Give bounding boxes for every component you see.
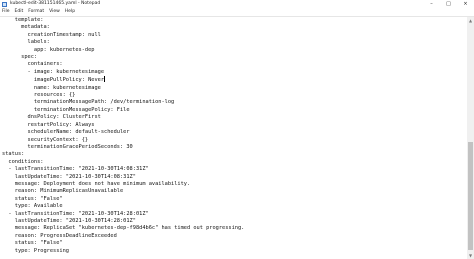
yaml-text[interactable]: template: metadata: creationTimestamp: n…	[0, 17, 467, 255]
title-bar[interactable]: kubectl-edit-381151465.yaml - Notepad – …	[0, 0, 474, 8]
menu-format[interactable]: Format	[28, 8, 44, 16]
menu-edit[interactable]: Edit	[15, 8, 24, 16]
yaml-text-after-caret: name: kubernetesimage resources: {} term…	[2, 84, 245, 254]
minimize-button[interactable]: –	[423, 0, 440, 8]
menu-bar: File Edit Format View Help	[0, 8, 474, 16]
scroll-down-arrow-icon[interactable]: ▼	[467, 252, 474, 259]
notepad-window: kubectl-edit-381151465.yaml - Notepad – …	[0, 0, 474, 259]
menu-file[interactable]: File	[2, 8, 10, 16]
window-controls: – □ ×	[423, 0, 474, 8]
text-editor[interactable]: template: metadata: creationTimestamp: n…	[0, 17, 467, 259]
window-title: kubectl-edit-381151465.yaml - Notepad	[10, 1, 101, 6]
text-caret	[104, 76, 106, 83]
maximize-button[interactable]: □	[440, 0, 457, 8]
scrollbar-thumb[interactable]	[468, 142, 473, 250]
vertical-scrollbar[interactable]: ▲ ▼	[467, 17, 474, 259]
notepad-app-icon	[2, 1, 7, 7]
menu-view[interactable]: View	[49, 8, 60, 16]
close-button[interactable]: ×	[457, 0, 474, 8]
menu-help[interactable]: Help	[65, 8, 75, 16]
editor-area[interactable]: template: metadata: creationTimestamp: n…	[0, 16, 474, 259]
scroll-up-arrow-icon[interactable]: ▲	[467, 17, 474, 24]
yaml-text-before-caret: template: metadata: creationTimestamp: n…	[14, 17, 105, 84]
